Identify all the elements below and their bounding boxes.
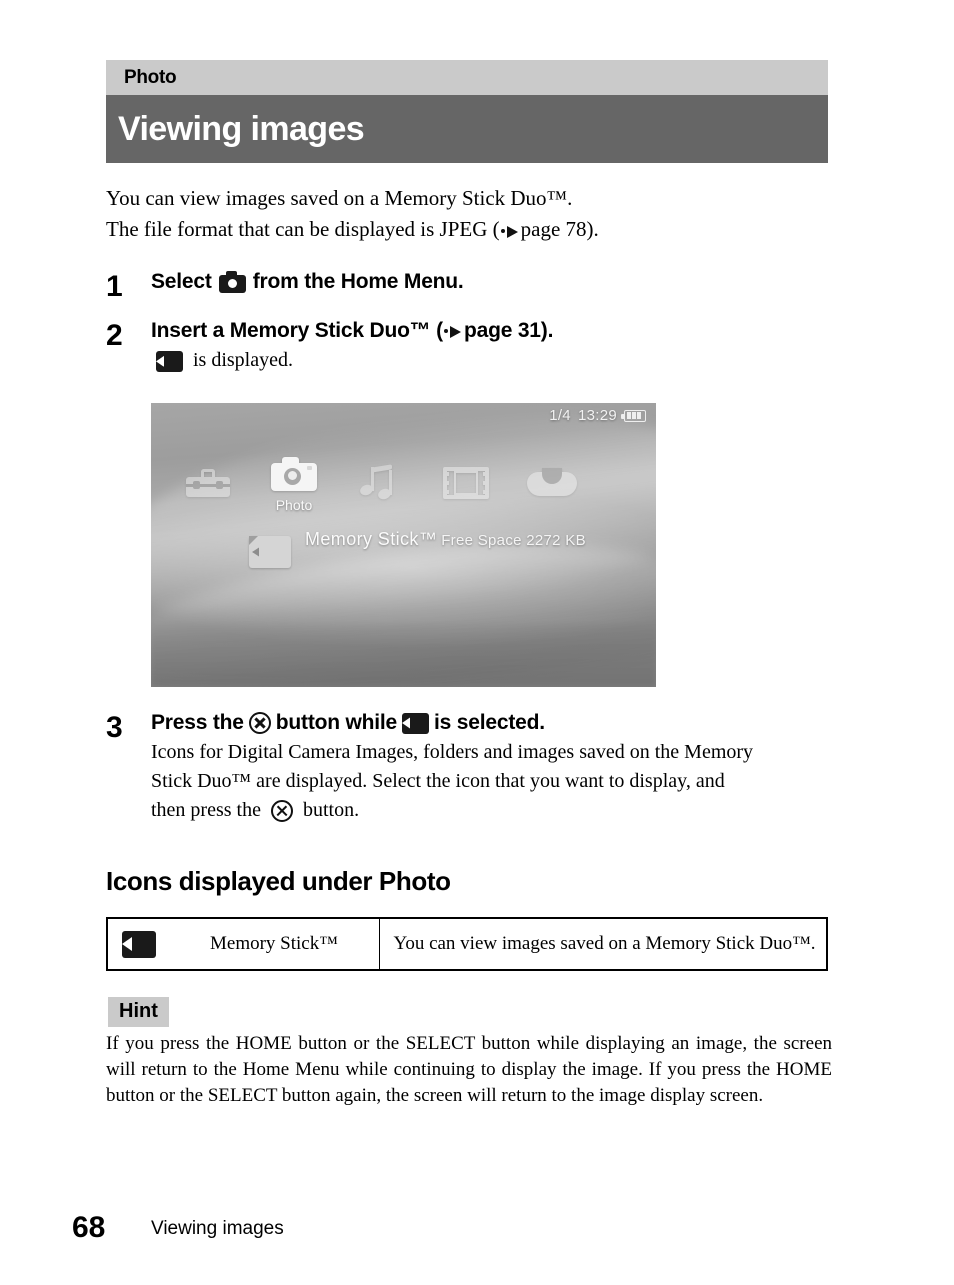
- step-3-heading-pre: Press the: [151, 711, 244, 734]
- cross-button-icon: [248, 712, 271, 734]
- section-heading: Icons displayed under Photo: [106, 866, 451, 896]
- page-title: Viewing images: [118, 109, 365, 148]
- intro-line-1: You can view images saved on a Memory St…: [106, 186, 573, 210]
- step-3-body-line-3-pre: then press the: [151, 799, 261, 821]
- page-reference-arrow-icon: [500, 225, 520, 238]
- page-number: 68: [72, 1211, 106, 1244]
- step-3-body-line-2: Stick Duo™ are displayed. Select the ico…: [151, 770, 725, 792]
- step-1-number: 1: [106, 270, 123, 303]
- intro-line-2: The file format that can be displayed is…: [106, 214, 836, 245]
- memory-stick-icon: [122, 930, 156, 958]
- step-3-heading: Press the button while is selected.: [151, 711, 846, 735]
- memory-stick-icon: [402, 712, 430, 734]
- footer-running-title: Viewing images: [151, 1218, 284, 1239]
- film-strip-icon: [439, 462, 493, 504]
- xmb-item-music[interactable]: [337, 462, 423, 504]
- psp-home-menu-screenshot: 1/4 13:29 Photo Memory Stick™ Free Space…: [151, 403, 656, 687]
- memory-stick-icon: [249, 536, 291, 568]
- memory-stick-icon: [156, 350, 183, 372]
- step-3: 3 Press the button while is selected. Ic…: [106, 711, 846, 825]
- step-2-number: 2: [106, 319, 123, 352]
- game-controller-icon: [525, 462, 579, 504]
- psp-wave-highlight-3: [151, 624, 656, 687]
- psp-memory-stick-text: Memory Stick™ Free Space 2272 KB: [305, 529, 586, 550]
- cross-button-icon: [270, 800, 293, 823]
- intro-page-ref: page 78: [520, 217, 587, 241]
- step-1: 1 Select from the Home Menu.: [106, 270, 846, 303]
- xmb-icon-row: Photo: [165, 453, 595, 513]
- step-2-body-text: is displayed.: [193, 349, 293, 371]
- step-2-page-ref: page 31: [463, 319, 541, 342]
- table-cell-icon: Memory Stick™: [106, 917, 380, 971]
- step-2-heading: Insert a Memory Stick Duo™ ( page 31).: [151, 319, 846, 343]
- step-3-body-line-1: Icons for Digital Camera Images, folders…: [151, 741, 754, 763]
- toolbox-icon: [181, 462, 235, 504]
- psp-memory-stick-entry[interactable]: Memory Stick™ Free Space 2272 KB: [249, 529, 586, 568]
- xmb-item-settings[interactable]: [165, 462, 251, 504]
- psp-time: 13:29: [577, 407, 617, 424]
- category-label: Photo: [124, 66, 177, 88]
- category-bar: Photo: [106, 60, 828, 95]
- table-icon-label: Memory Stick™: [210, 933, 338, 954]
- step-1-heading-pre: Select: [151, 270, 212, 293]
- step-3-number: 3: [106, 711, 123, 744]
- xmb-item-photo-label: Photo: [275, 497, 313, 513]
- step-3-body-line-3: then press the button.: [151, 796, 846, 825]
- hint-badge: Hint: [108, 997, 169, 1027]
- music-note-icon: [353, 462, 407, 504]
- psp-date: 1/4: [549, 407, 571, 424]
- table-cell-description: You can view images saved on a Memory St…: [378, 917, 828, 971]
- step-3-body-line-3-post: button.: [302, 799, 360, 821]
- camera-icon: [218, 271, 246, 293]
- intro-paragraph: You can view images saved on a Memory St…: [106, 183, 836, 245]
- psp-memory-stick-free-space: Free Space 2272 KB: [441, 532, 586, 549]
- step-2-heading-pre: Insert a Memory Stick Duo™ (: [151, 319, 443, 342]
- table-row: Memory Stick™ You can view images saved …: [106, 917, 828, 971]
- step-3-heading-post: is selected.: [434, 711, 545, 734]
- step-2-heading-post: ).: [540, 319, 554, 342]
- step-1-heading: Select from the Home Menu.: [151, 270, 846, 294]
- xmb-item-game[interactable]: [509, 462, 595, 504]
- icon-legend-table: Memory Stick™ You can view images saved …: [106, 917, 828, 971]
- psp-memory-stick-title: Memory Stick™: [305, 529, 438, 549]
- xmb-item-photo[interactable]: Photo: [251, 453, 337, 513]
- hint-text: If you press the HOME button or the SELE…: [106, 1033, 832, 1106]
- step-3-body: Icons for Digital Camera Images, folders…: [151, 738, 846, 825]
- step-3-heading-mid: button while: [275, 711, 398, 734]
- step-1-heading-post: from the Home Menu.: [252, 270, 464, 293]
- psp-status-bar: 1/4 13:29: [549, 407, 646, 424]
- manual-page: Photo Viewing images You can view images…: [0, 0, 954, 1285]
- page-title-bar: Viewing images: [106, 95, 828, 163]
- step-2: 2 Insert a Memory Stick Duo™ (page 31). …: [106, 319, 846, 375]
- intro-line-2-pre: The file format that can be displayed is…: [106, 217, 500, 241]
- camera-icon: [267, 453, 321, 495]
- intro-line-2-post: ).: [586, 217, 599, 241]
- page-reference-arrow-icon: [443, 325, 463, 338]
- step-2-body: is displayed.: [151, 346, 846, 375]
- xmb-item-video[interactable]: [423, 462, 509, 504]
- battery-icon: [621, 409, 646, 422]
